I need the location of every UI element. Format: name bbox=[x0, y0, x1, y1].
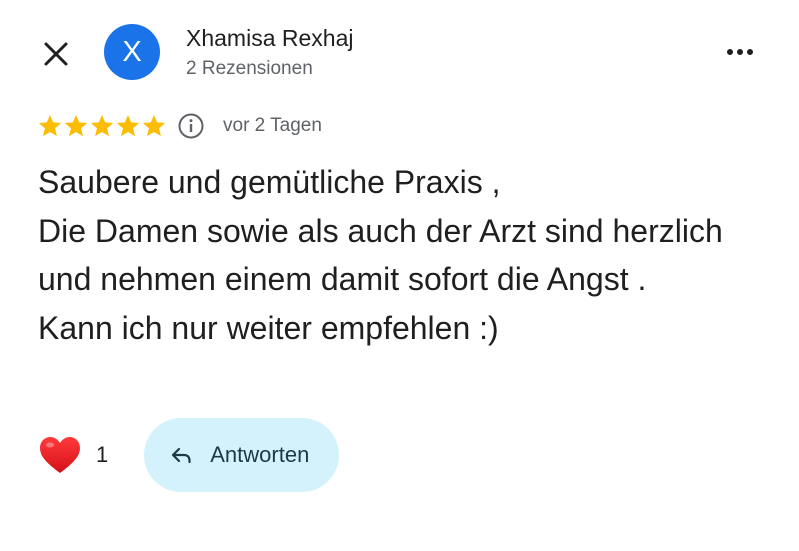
more-horizontal-icon bbox=[727, 49, 733, 55]
like-button[interactable]: 1 bbox=[38, 435, 108, 475]
star-icon bbox=[64, 114, 88, 137]
reply-button[interactable]: Antworten bbox=[144, 418, 340, 492]
info-icon[interactable] bbox=[177, 112, 205, 140]
star-icon bbox=[38, 114, 62, 137]
avatar-letter: X bbox=[122, 35, 142, 68]
star-rating bbox=[37, 113, 167, 139]
review-date: vor 2 Tagen bbox=[223, 115, 322, 136]
star-icon bbox=[116, 114, 140, 137]
like-count: 1 bbox=[96, 442, 109, 467]
star-icon bbox=[90, 114, 114, 137]
review-text: Saubere und gemütliche Praxis , Die Dame… bbox=[38, 164, 723, 346]
review-actions: 1 Antworten bbox=[38, 418, 340, 492]
more-options-button[interactable] bbox=[718, 38, 762, 66]
reply-label: Antworten bbox=[210, 442, 310, 467]
close-button[interactable] bbox=[36, 34, 76, 74]
heart-icon bbox=[40, 437, 80, 473]
rating-row: vor 2 Tagen bbox=[37, 112, 322, 140]
more-horizontal-icon-dot bbox=[747, 49, 753, 55]
more-horizontal-icon-dot bbox=[737, 49, 743, 55]
reviewer-info: Xhamisa Rexhaj 2 Rezensionen bbox=[186, 24, 353, 82]
close-icon bbox=[44, 42, 68, 66]
reply-arrow-icon bbox=[172, 447, 191, 464]
avatar[interactable]: X bbox=[104, 24, 160, 80]
reviewer-name[interactable]: Xhamisa Rexhaj bbox=[186, 24, 353, 52]
star-icon bbox=[142, 114, 166, 137]
reviewer-review-count: 2 Rezensionen bbox=[186, 58, 313, 79]
